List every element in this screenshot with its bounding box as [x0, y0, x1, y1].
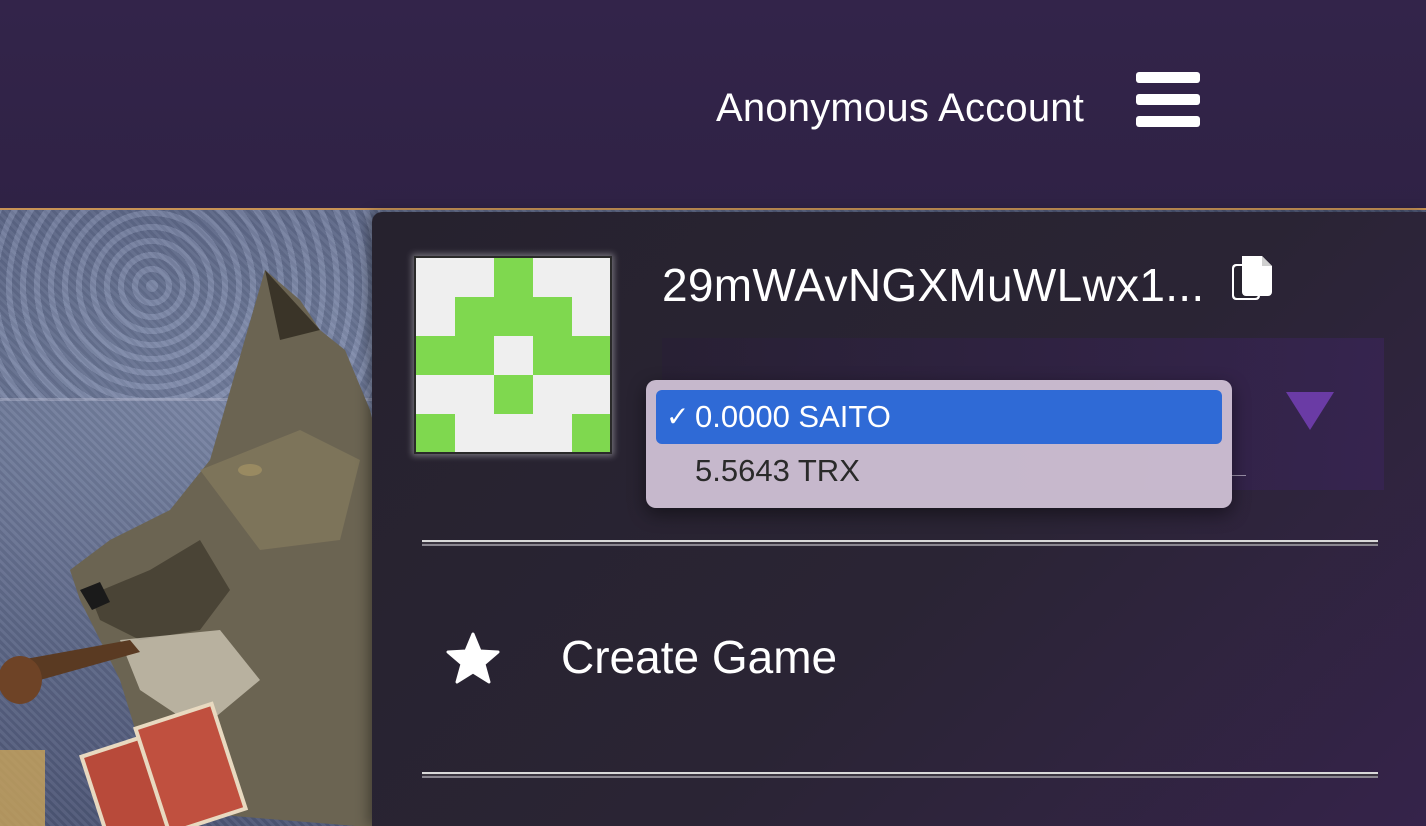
hamburger-bar [1136, 72, 1200, 83]
menu-item-label: Create Game [561, 631, 838, 683]
balance-option-trx[interactable]: 5.5643 TRX [656, 444, 1222, 498]
menu-item-create-game[interactable]: Create Game [440, 620, 1340, 700]
identicon-cell [455, 297, 572, 336]
balance-option-saito[interactable]: ✓ 0.0000 SAITO [656, 390, 1222, 444]
identicon-cell [494, 258, 533, 297]
hamburger-bar [1136, 94, 1200, 105]
identicon-avatar [414, 256, 612, 454]
dropdown-arrow-icon[interactable] [1286, 392, 1334, 430]
wolf-illustration [0, 270, 380, 826]
balance-dropdown-list[interactable]: ✓ 0.0000 SAITO 5.5643 TRX [646, 380, 1232, 508]
identicon-cell [416, 414, 455, 452]
section-divider [422, 772, 1378, 778]
select-underline [1230, 475, 1246, 476]
identicon-cell [533, 336, 610, 375]
wallet-address: 29mWAvNGXMuWLwx1... [662, 259, 1205, 311]
top-header: Anonymous Account [0, 0, 1426, 208]
section-divider [422, 540, 1378, 546]
identicon-cell [416, 336, 494, 375]
balance-option-label: 5.5643 TRX [695, 453, 860, 488]
star-icon [446, 632, 500, 684]
account-label[interactable]: Anonymous Account [716, 86, 1084, 131]
hamburger-bar [1136, 116, 1200, 127]
checkmark-icon: ✓ [666, 401, 690, 432]
identicon-cell [572, 414, 610, 452]
balance-option-label: 0.0000 SAITO [695, 399, 891, 434]
identicon-cell [494, 375, 533, 414]
hamburger-menu-icon[interactable] [1135, 70, 1201, 128]
copy-icon[interactable] [1230, 254, 1274, 304]
